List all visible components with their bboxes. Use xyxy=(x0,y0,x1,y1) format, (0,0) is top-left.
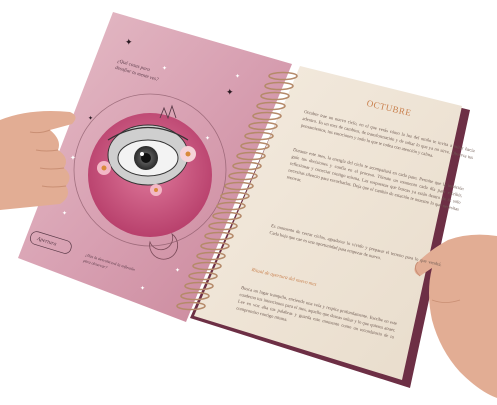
star-icon: ✦ xyxy=(226,87,234,97)
star-icon: ✦ xyxy=(70,154,76,162)
star-icon: ✦ xyxy=(140,285,145,292)
star-icon: ✦ xyxy=(88,115,93,122)
star-icon: ✦ xyxy=(235,73,240,80)
star-icon: ✦ xyxy=(175,267,180,274)
star-icon: ✦ xyxy=(205,135,210,142)
left-hand xyxy=(0,111,76,210)
star-icon: ✦ xyxy=(62,210,67,217)
star-icon: ✦ xyxy=(125,37,133,47)
